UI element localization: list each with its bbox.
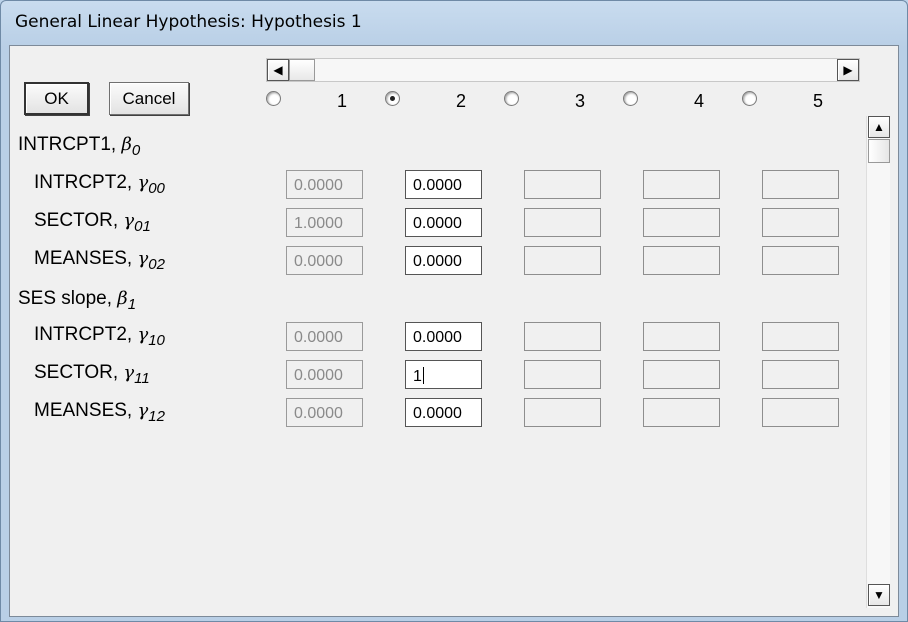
arrow-down-icon: ▼ (873, 588, 885, 602)
coefficient-field-disabled: 0.0000 (286, 360, 363, 389)
coefficient-field-empty (762, 322, 839, 351)
column-option-4[interactable]: 4 (623, 89, 743, 115)
coefficient-field-empty (524, 170, 601, 199)
column-option-3[interactable]: 3 (504, 89, 624, 115)
scroll-up-button[interactable]: ▲ (868, 116, 890, 138)
coefficient-field-disabled: 0.0000 (286, 246, 363, 275)
arrow-up-icon: ▲ (873, 120, 885, 134)
coefficient-field-empty (524, 360, 601, 389)
coefficient-field[interactable]: 0.0000 (405, 322, 482, 351)
column-option-2[interactable]: 2 (385, 89, 505, 115)
row-label: INTRCPT2, γ10 (34, 324, 165, 349)
coefficient-field-disabled: 0.0000 (286, 398, 363, 427)
window-title: General Linear Hypothesis: Hypothesis 1 (15, 12, 362, 32)
coefficient-field-empty (643, 322, 720, 351)
row-label: INTRCPT2, γ00 (34, 172, 165, 197)
radio-button[interactable] (742, 91, 757, 106)
column-option-1[interactable]: 1 (266, 89, 386, 115)
coefficient-field-empty (762, 170, 839, 199)
coefficient-field-empty (643, 170, 720, 199)
coefficient-field-empty (762, 398, 839, 427)
coefficient-field[interactable]: 0.0000 (405, 246, 482, 275)
row-label: SECTOR, γ01 (34, 210, 151, 235)
horizontal-scrollbar[interactable]: ◀ ▶ (266, 58, 860, 82)
section-label-ses-slope: SES slope, β1 (18, 288, 137, 313)
row-label: MEANSES, γ02 (34, 248, 165, 273)
coefficient-field-disabled: 0.0000 (286, 170, 363, 199)
horizontal-scroll-thumb[interactable] (289, 59, 315, 81)
row-label: MEANSES, γ12 (34, 400, 165, 425)
text-caret (422, 367, 424, 384)
row-label: SECTOR, γ11 (34, 362, 150, 387)
vertical-scroll-thumb[interactable] (868, 139, 890, 163)
radio-label: 1 (337, 91, 348, 111)
radio-button-selected[interactable] (385, 91, 400, 106)
coefficient-field-empty (643, 246, 720, 275)
radio-label: 5 (813, 91, 824, 111)
ok-button[interactable]: OK (24, 82, 89, 115)
coefficient-field-empty (643, 398, 720, 427)
arrow-left-icon: ◀ (273, 63, 283, 77)
title-bar[interactable]: General Linear Hypothesis: Hypothesis 1 (1, 1, 907, 45)
dialog-window: General Linear Hypothesis: Hypothesis 1 … (0, 0, 908, 622)
scroll-down-button[interactable]: ▼ (868, 584, 890, 606)
radio-button[interactable] (504, 91, 519, 106)
radio-label: 3 (575, 91, 586, 111)
coefficient-field-empty (524, 246, 601, 275)
coefficient-field-empty (524, 322, 601, 351)
scroll-right-button[interactable]: ▶ (837, 59, 859, 81)
arrow-right-icon: ▶ (843, 63, 853, 77)
coefficient-field-disabled: 0.0000 (286, 322, 363, 351)
column-option-5[interactable]: 5 (742, 89, 862, 115)
coefficient-field-disabled: 1.0000 (286, 208, 363, 237)
coefficient-field-empty (643, 208, 720, 237)
vertical-scrollbar[interactable]: ▲ ▼ (866, 116, 890, 608)
dialog-content: OK Cancel ◀ ▶ 1 2 3 4 5 INTRCPT1, β0 INT… (9, 45, 899, 617)
coefficient-field-empty (643, 360, 720, 389)
radio-button[interactable] (623, 91, 638, 106)
scroll-left-button[interactable]: ◀ (267, 59, 289, 81)
radio-label: 4 (694, 91, 705, 111)
coefficient-field-empty (762, 246, 839, 275)
coefficient-field-empty (762, 208, 839, 237)
coefficient-field[interactable]: 0.0000 (405, 398, 482, 427)
coefficient-field-empty (524, 208, 601, 237)
coefficient-field[interactable]: 0.0000 (405, 208, 482, 237)
radio-label: 2 (456, 91, 467, 111)
coefficient-field[interactable]: 0.0000 (405, 170, 482, 199)
coefficient-field-focused[interactable]: 1 (405, 360, 482, 389)
cancel-button[interactable]: Cancel (109, 82, 189, 115)
section-label-intrcpt1: INTRCPT1, β0 (18, 134, 141, 159)
coefficient-field-empty (524, 398, 601, 427)
radio-button[interactable] (266, 91, 281, 106)
coefficient-field-empty (762, 360, 839, 389)
